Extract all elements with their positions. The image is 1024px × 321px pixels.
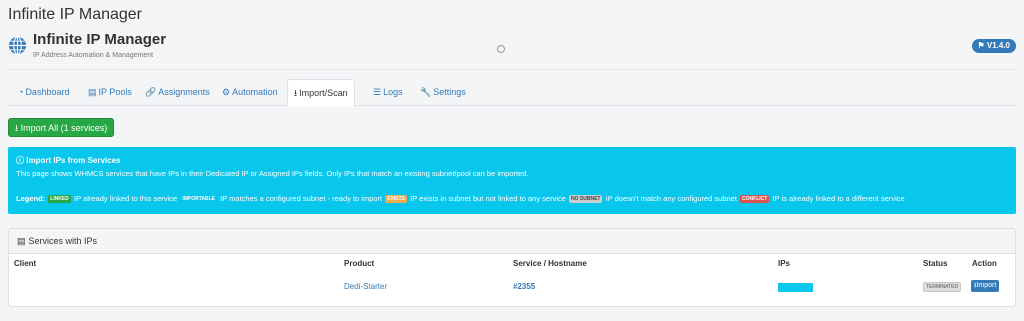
legend-label: Legend: [16,194,46,203]
import-button[interactable]: ⭳Import [971,280,1000,292]
link-icon: 🔗 [145,87,157,97]
ip-badge [778,283,813,292]
version-badge: ⚑ V1.4.0 [972,39,1016,53]
wrench-icon: 🔧 [420,87,432,97]
column-header-ips: IPs [778,259,791,268]
info-alert: ⓘ Import IPs from Services This page sho… [8,147,1016,214]
info-description: This page shows WHMCS services that have… [16,169,529,178]
legend-text: IP already linked to this service [73,194,178,203]
tab-logs[interactable]: ☰ Logs [367,79,409,106]
legend-text: IP matches a configured subnet - ready t… [220,194,383,203]
legend-text: IP exists in subnet but not linked to an… [410,194,566,203]
services-panel: ▤ Services with IPs Client Product Servic… [8,228,1016,307]
product-link[interactable]: Dedi-Starter [344,282,387,291]
tab-automation[interactable]: ⚙ Automation [216,79,284,106]
version-label: V1.4.0 [986,41,1010,50]
download-icon: ⭳ [294,88,298,98]
tab-import-scan[interactable]: ⭳ Import/Scan [287,79,355,107]
tab-settings[interactable]: 🔧 Settings [414,79,472,106]
tab-dashboard[interactable]: ◔ Dashboard [12,79,75,106]
import-label: Import [976,282,997,289]
tag-icon: ⚑ [977,41,985,50]
importable-badge: IMPORTABLE [182,196,216,202]
legend-text: IP doesn't match any configured subnet [605,194,737,203]
no-subnet-badge: NO SUBNET [569,195,603,203]
column-header-action: Action [972,259,997,268]
database-icon: ▤ [88,87,97,97]
server-icon: ▤ [17,236,26,246]
tab-label: Assignments [158,87,210,97]
column-header-service: Service / Hostname [513,259,587,268]
exists-badge: EXISTS [385,195,408,203]
legend-text: IP is already linked to a different serv… [772,194,905,203]
status-badge: TERMINATED [923,282,962,292]
dashboard-icon: ◔ [18,87,24,97]
import-all-button[interactable]: ⭳ Import All (1 services) [8,118,115,137]
download-icon: ⭳ [15,123,19,133]
tab-label: Import/Scan [299,88,348,98]
panel-heading: ▤ Services with IPs [9,229,1015,254]
globe-icon [8,36,27,55]
info-title: Import IPs from Services [26,156,121,165]
tab-label: Dashboard [25,87,70,97]
list-icon: ☰ [373,87,382,97]
service-link[interactable]: #2355 [513,282,535,291]
tab-label: Settings [433,87,466,97]
conflict-badge: CONFLICT [740,195,770,203]
panel-title: Services with IPs [28,236,98,246]
loading-indicator [497,45,505,53]
tab-assignments[interactable]: 🔗 Assignments [139,79,216,106]
linked-badge: LINKED [48,195,71,203]
app-subtitle: IP Address Automation & Management [33,52,154,59]
app-title: Infinite IP Manager [33,31,167,48]
import-all-label: Import All (1 services) [20,123,108,133]
column-header-client: Client [14,259,37,268]
app-header: Infinite IP Manager IP Address Automatio… [8,30,1016,70]
page-title: Infinite IP Manager [8,6,143,23]
tab-ip-pools[interactable]: ▤ IP Pools [82,79,138,106]
legend: Legend: LINKED IP already linked to this… [16,194,905,203]
tab-bar: ◔ Dashboard ▤ IP Pools 🔗 Assignments ⚙ Autom… [8,79,1016,107]
tab-label: IP Pools [98,87,132,97]
info-icon: ⓘ [16,156,24,165]
tab-label: Automation [232,87,278,97]
tab-label: Logs [383,87,403,97]
column-header-status: Status [923,259,948,268]
column-header-product: Product [344,259,375,268]
cogs-icon: ⚙ [222,87,231,97]
